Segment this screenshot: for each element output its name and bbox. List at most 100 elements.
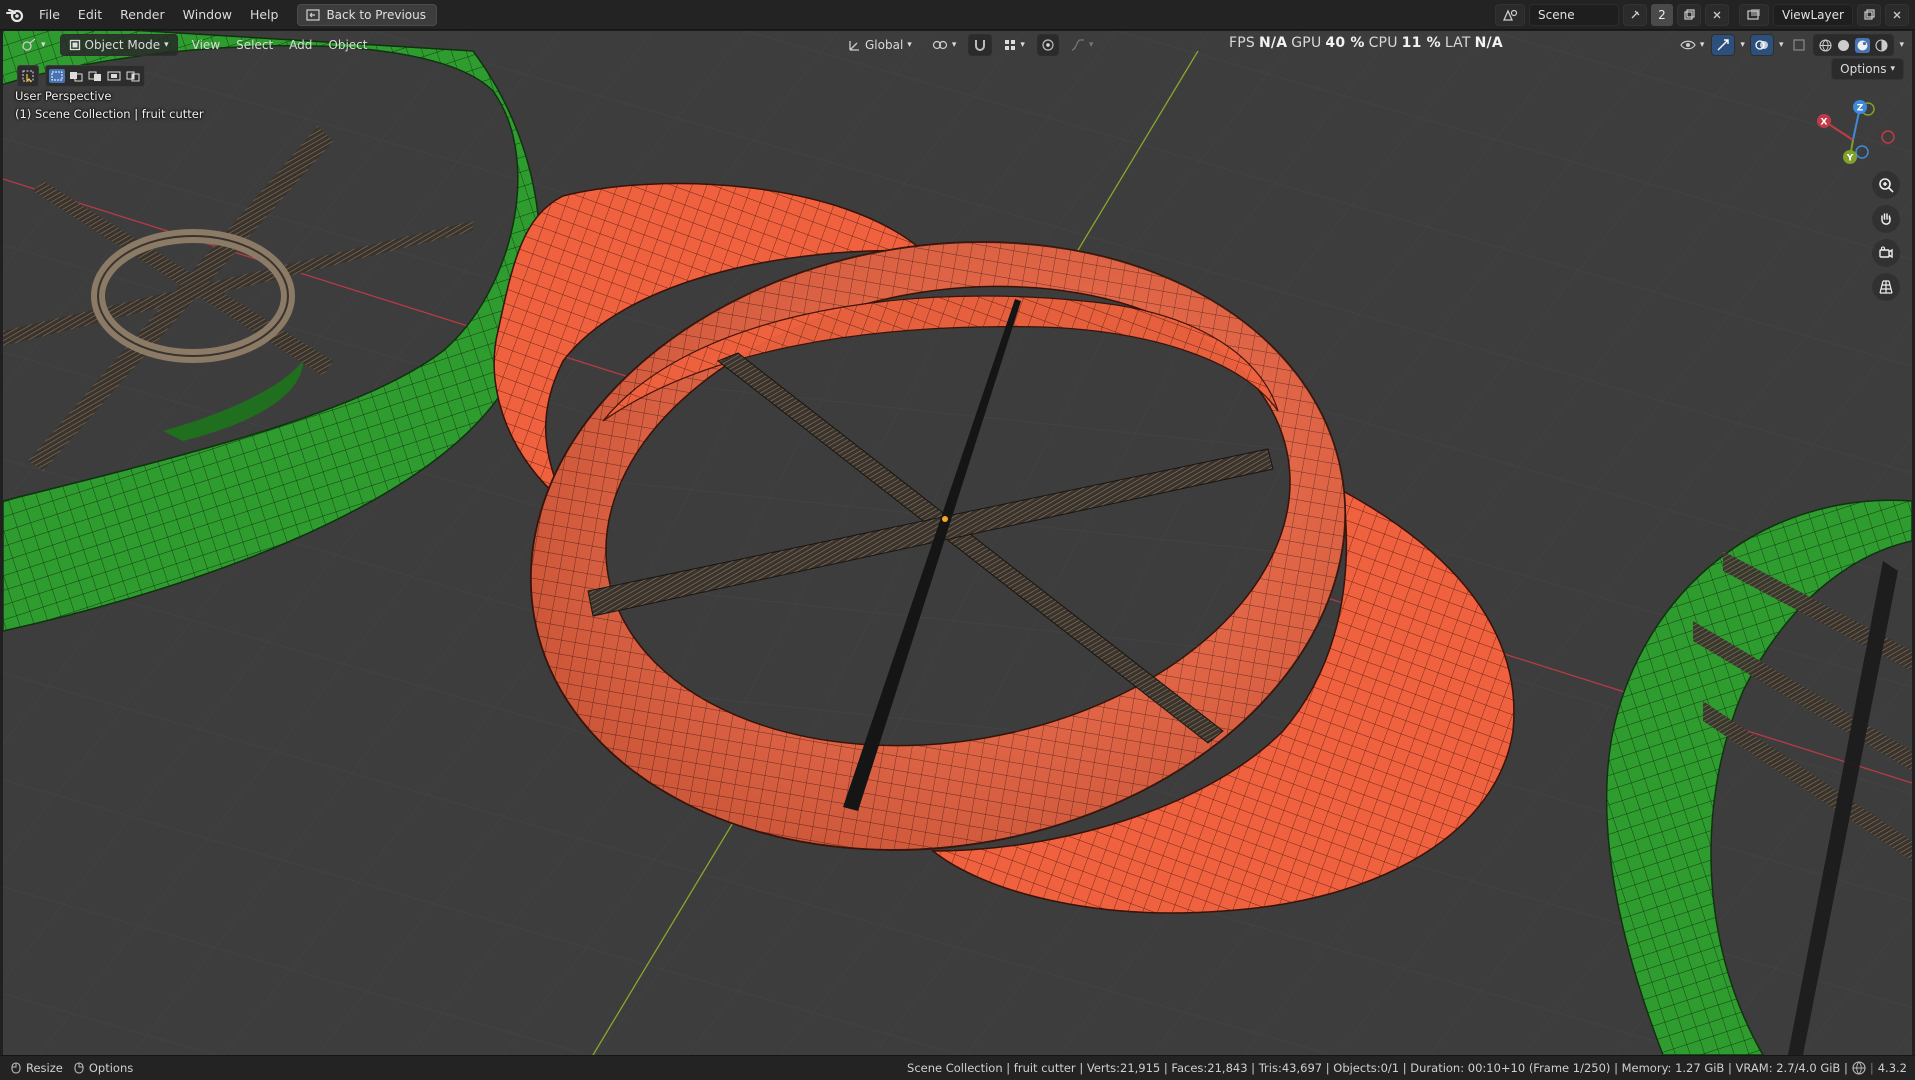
- back-to-previous-button[interactable]: Back to Previous: [297, 3, 437, 26]
- falloff-curve-icon: [1071, 39, 1084, 51]
- scene-users-count[interactable]: 2: [1651, 4, 1673, 26]
- view-layer-field[interactable]: ViewLayer: [1773, 4, 1853, 26]
- eye-icon: [1680, 40, 1696, 50]
- remove-scene-icon[interactable]: [1705, 4, 1729, 26]
- view-perspective-label: User Perspective: [15, 89, 112, 103]
- material-shading-icon[interactable]: [1855, 37, 1871, 53]
- menu-window[interactable]: Window: [174, 3, 241, 27]
- perspective-toggle-button[interactable]: [1872, 273, 1900, 301]
- new-scene-icon[interactable]: [1677, 4, 1701, 26]
- orientation-label: Global: [865, 38, 904, 52]
- options-hint: Options: [73, 1061, 133, 1075]
- pivot-icon: [932, 40, 947, 50]
- shading-dropdown-arrow[interactable]: ▾: [1897, 34, 1906, 56]
- snap-target-dropdown[interactable]: ▾: [996, 34, 1033, 56]
- fps-value: N/A: [1258, 35, 1288, 51]
- editor-type-icon: [22, 38, 36, 51]
- proportional-edit-icon: [1042, 39, 1054, 51]
- visibility-dropdown[interactable]: ▾: [1676, 34, 1709, 56]
- scene-name: Scene: [1538, 8, 1575, 22]
- solid-shading-icon[interactable]: [1837, 39, 1850, 52]
- viewport-scene[interactable]: [3, 31, 1912, 1055]
- resize-hint: Resize: [10, 1061, 63, 1075]
- negative-z-axis-icon[interactable]: [1855, 145, 1869, 159]
- gizmo-dropdown-arrow[interactable]: ▾: [1738, 34, 1747, 56]
- cpu-label: CPU: [1368, 35, 1398, 51]
- lat-value: N/A: [1474, 35, 1503, 51]
- status-bar: Resize Options Scene Collection | fruit …: [0, 1055, 1915, 1080]
- scene-statistics: Scene Collection | fruit cutter | Verts:…: [907, 1061, 1907, 1075]
- z-axis-label: Z: [1857, 104, 1864, 114]
- proportional-edit-toggle[interactable]: [1036, 34, 1059, 56]
- camera-view-button[interactable]: [1872, 239, 1900, 267]
- tool-settings-row: [17, 65, 145, 87]
- view-layer-icon[interactable]: [1739, 4, 1769, 26]
- 3d-viewport[interactable]: ▾ Object Mode ▾ View Select Add Object G…: [0, 31, 1915, 1055]
- negative-x-axis-icon[interactable]: [1881, 130, 1895, 144]
- intersect-selection-icon[interactable]: [125, 69, 141, 83]
- gizmo-toggle[interactable]: [1711, 34, 1736, 56]
- object-mode-dropdown[interactable]: Object Mode ▾: [59, 34, 178, 56]
- transform-controls: Global ▾ ▾ ▾ ▾: [839, 34, 1101, 56]
- menu-render[interactable]: Render: [111, 3, 174, 27]
- menu-add[interactable]: Add: [281, 34, 320, 56]
- xray-toggle[interactable]: [1788, 34, 1810, 56]
- menu-help[interactable]: Help: [241, 3, 288, 27]
- set-new-selection-icon[interactable]: [49, 69, 65, 83]
- overlays-toggle[interactable]: [1749, 34, 1774, 56]
- rendered-shading-icon[interactable]: [1875, 38, 1889, 52]
- subtract-selection-icon[interactable]: [87, 69, 103, 83]
- orientation-dropdown[interactable]: Global ▾: [839, 34, 920, 56]
- navigation-buttons: [1872, 171, 1900, 301]
- top-right-controls: Scene 2 ViewLayer: [1495, 0, 1915, 30]
- globe-icon[interactable]: [1852, 1061, 1866, 1075]
- mouse-left-icon: [11, 1062, 21, 1074]
- object-mode-label: Object Mode: [84, 38, 161, 52]
- active-collection-label: (1) Scene Collection | fruit cutter: [15, 107, 204, 121]
- remove-view-layer-icon[interactable]: [1885, 4, 1909, 26]
- options-label: Options: [1840, 62, 1887, 76]
- blender-version: 4.3.2: [1877, 1061, 1907, 1075]
- options-dropdown[interactable]: Options ▾: [1831, 58, 1904, 80]
- editor-type-button[interactable]: ▾: [13, 34, 54, 56]
- invert-selection-icon[interactable]: [106, 69, 122, 83]
- menu-file[interactable]: File: [30, 3, 69, 27]
- menu-view[interactable]: View: [184, 34, 228, 56]
- gizmo-icon: [1717, 39, 1730, 51]
- overlays-dropdown-arrow[interactable]: ▾: [1777, 34, 1786, 56]
- snap-toggle[interactable]: [968, 34, 993, 56]
- performance-stats: FPS N/A GPU 40 % CPU 11 % LAT N/A: [1229, 35, 1503, 51]
- lat-label: LAT: [1444, 35, 1471, 51]
- menu-edit[interactable]: Edit: [69, 3, 111, 27]
- shading-mode-group: [1813, 34, 1895, 56]
- camera-icon: [1879, 246, 1893, 259]
- overlays-icon: [1755, 40, 1768, 50]
- gpu-label: GPU: [1291, 35, 1322, 51]
- scene-selector-icon[interactable]: [1495, 4, 1525, 26]
- resize-label: Resize: [26, 1061, 63, 1075]
- falloff-dropdown[interactable]: ▾: [1063, 34, 1102, 56]
- back-to-previous-label: Back to Previous: [326, 7, 426, 22]
- magnet-icon: [975, 40, 986, 51]
- extend-selection-icon[interactable]: [68, 69, 84, 83]
- gpu-value: 40 %: [1325, 35, 1365, 51]
- scene-name-field[interactable]: Scene: [1529, 4, 1619, 26]
- hand-icon: [1881, 213, 1891, 225]
- scene-statistics-text: Scene Collection | fruit cutter | Verts:…: [907, 1061, 1848, 1075]
- cpu-value: 11 %: [1401, 35, 1441, 51]
- select-tool-button[interactable]: [17, 65, 39, 87]
- wireframe-shading-icon[interactable]: [1819, 38, 1833, 52]
- blender-logo-icon[interactable]: [0, 0, 30, 30]
- new-view-layer-icon[interactable]: [1857, 4, 1881, 26]
- orientation-icon: [849, 41, 859, 51]
- fullscreen-back-icon: [306, 8, 321, 21]
- snap-grid-icon: [1005, 40, 1016, 50]
- status-hints: Resize Options: [0, 1061, 133, 1075]
- menu-select[interactable]: Select: [228, 34, 281, 56]
- zoom-button[interactable]: [1872, 171, 1900, 199]
- menu-object[interactable]: Object: [320, 34, 375, 56]
- pivot-point-dropdown[interactable]: ▾: [924, 34, 965, 56]
- mouse-right-icon: [74, 1062, 84, 1074]
- pin-scene-icon[interactable]: [1623, 4, 1647, 26]
- pan-button[interactable]: [1872, 205, 1900, 233]
